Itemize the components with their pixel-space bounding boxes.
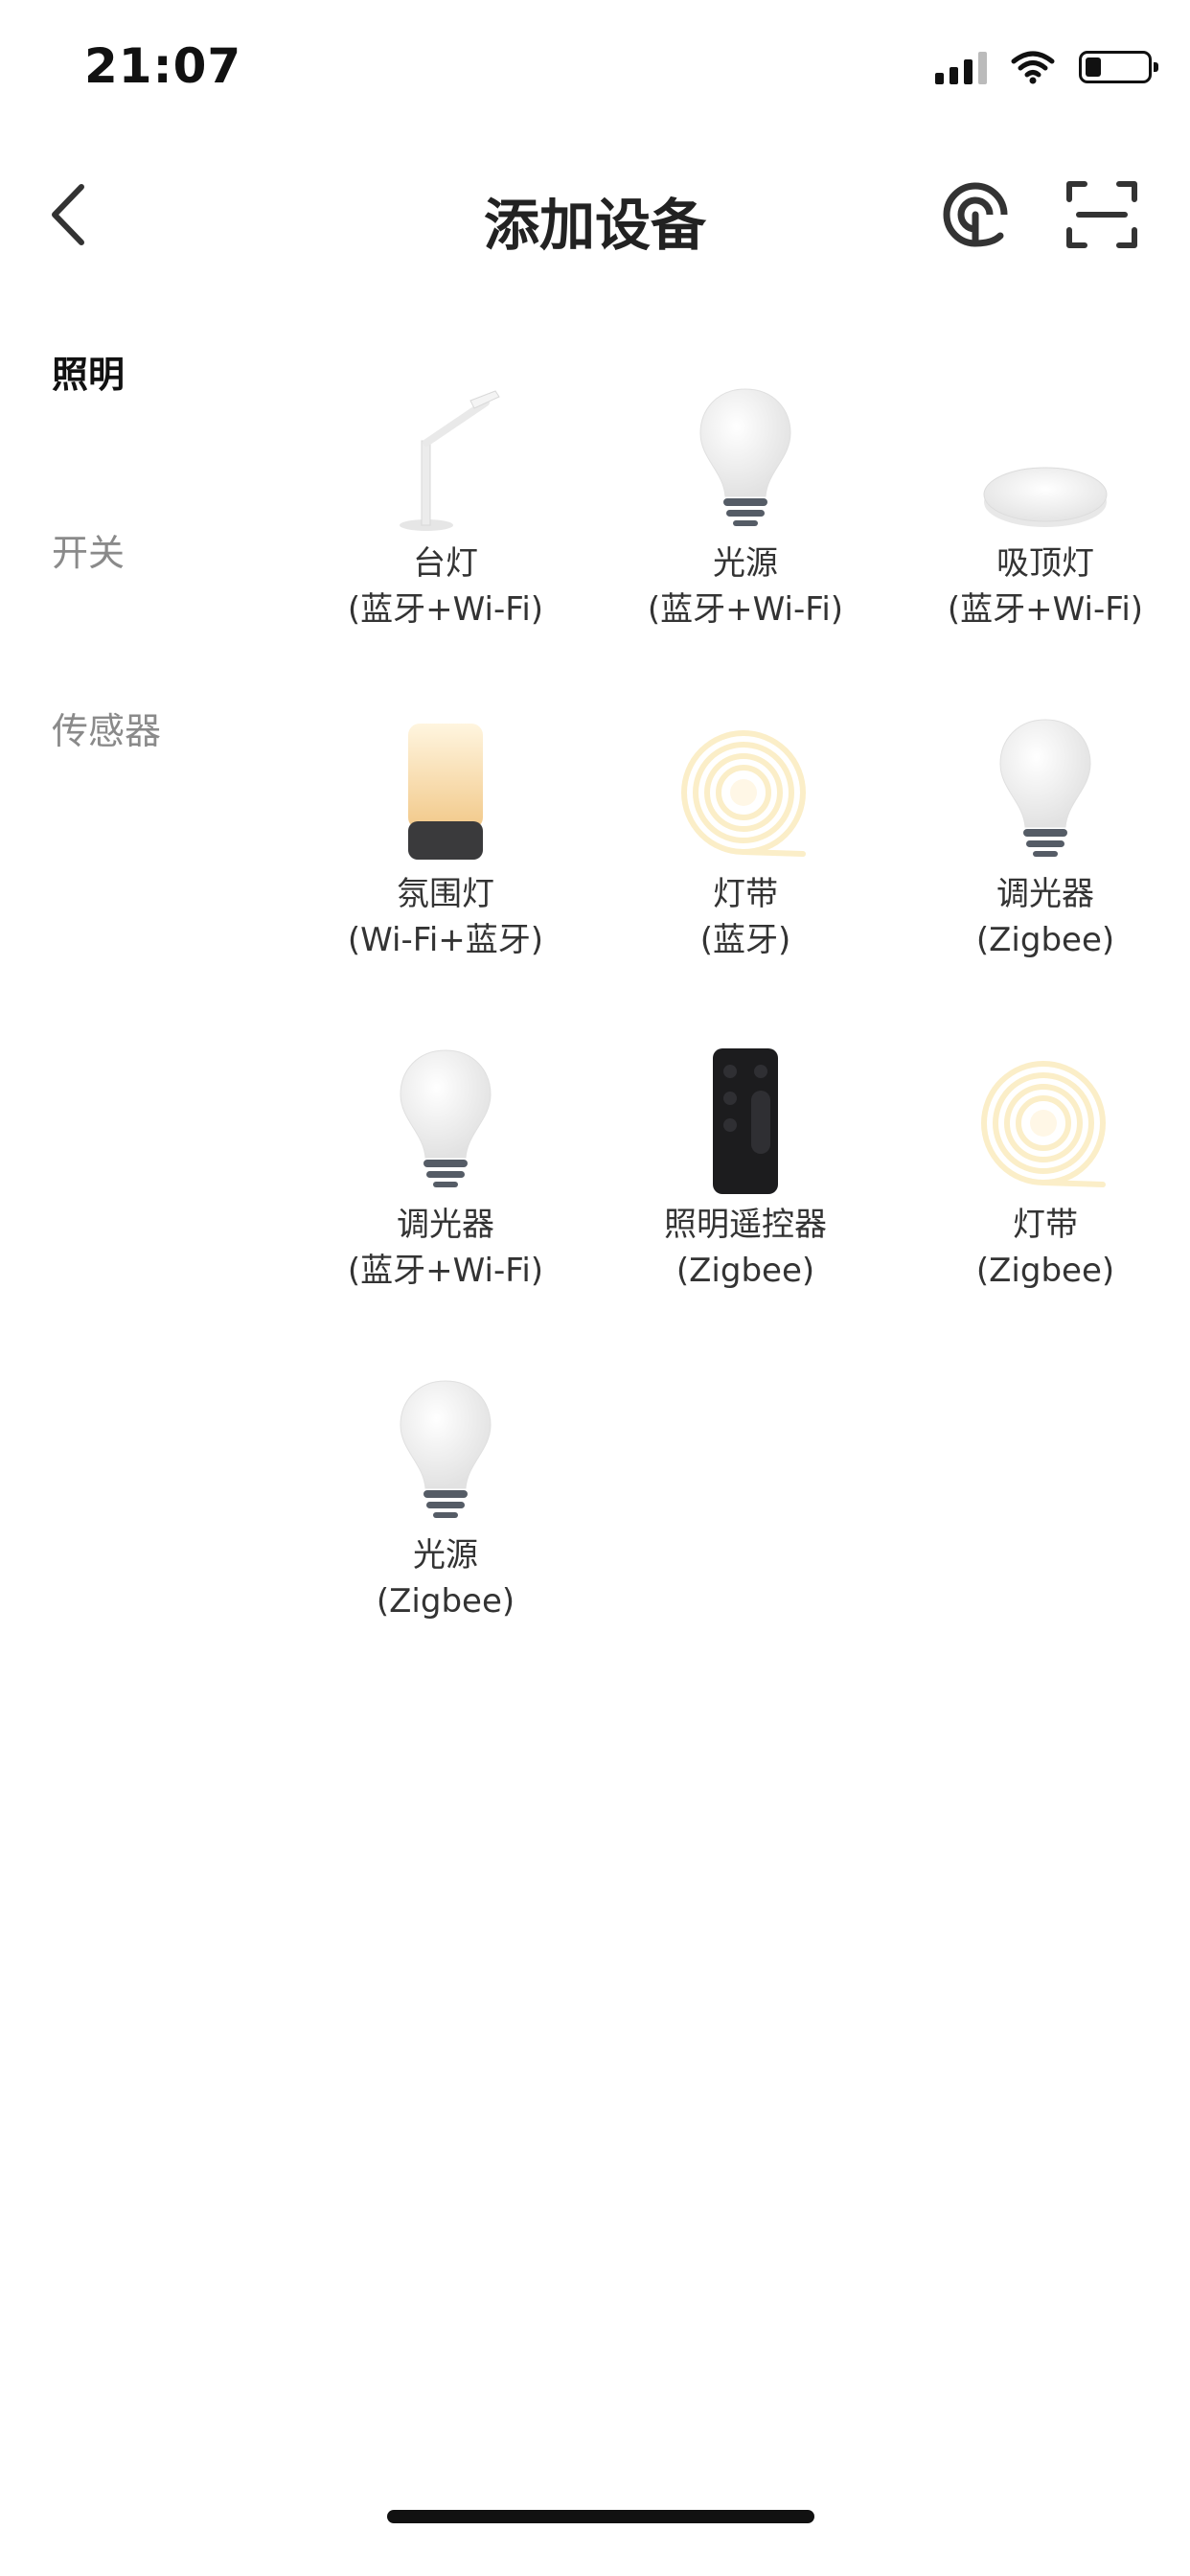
status-time: 21:07: [84, 38, 242, 94]
bulb-icon: [400, 1380, 492, 1518]
device-protocol: (蓝牙+Wi-Fi): [647, 590, 844, 629]
device-light-strip[interactable]: 灯带 (蓝牙): [602, 704, 889, 1021]
category-switch[interactable]: 开关: [52, 523, 125, 576]
status-bar: 21:07: [0, 0, 1190, 144]
category-sensor[interactable]: 传感器: [52, 702, 161, 754]
scan-qr-button[interactable]: [1064, 176, 1140, 253]
device-name: 台灯: [413, 544, 478, 583]
radar-icon: [943, 182, 1008, 247]
device-name: 灯带: [1013, 1206, 1078, 1244]
scan-icon: [1066, 181, 1137, 248]
cellular-signal-icon: [935, 50, 987, 84]
device-name: 调光器: [996, 875, 1094, 913]
device-name: 光源: [713, 544, 778, 583]
device-protocol: (Zigbee): [975, 921, 1115, 959]
bulb-icon: [699, 388, 791, 526]
device-protocol: (蓝牙): [699, 921, 791, 959]
nav-bar: 添加设备: [0, 153, 1190, 268]
desk-lamp-icon: [400, 390, 500, 531]
device-dimmer-wifi[interactable]: 调光器 (蓝牙+Wi-Fi): [302, 1035, 589, 1351]
device-protocol: (蓝牙+Wi-Fi): [347, 1252, 544, 1290]
device-ceiling-light[interactable]: 吸顶灯 (蓝牙+Wi-Fi): [902, 374, 1189, 690]
device-name: 氛围灯: [397, 875, 494, 913]
device-desk-lamp[interactable]: 台灯 (蓝牙+Wi-Fi): [302, 374, 589, 690]
home-indicator[interactable]: [387, 2510, 814, 2523]
light-strip-icon: [981, 1061, 1106, 1187]
ceiling-light-icon: [983, 467, 1108, 527]
device-light-strip-zigbee[interactable]: 灯带 (Zigbee): [902, 1035, 1189, 1351]
status-icons: [935, 50, 1158, 84]
remote-control-icon: [713, 1048, 778, 1194]
device-protocol: (Zigbee): [975, 1252, 1115, 1290]
device-dimmer-zigbee[interactable]: 调光器 (Zigbee): [902, 704, 1189, 1021]
ambient-light-icon: [408, 724, 483, 860]
device-protocol: (Zigbee): [376, 1582, 515, 1621]
wifi-icon: [1011, 51, 1055, 84]
category-lighting[interactable]: 照明: [52, 345, 125, 398]
device-protocol: (蓝牙+Wi-Fi): [947, 590, 1144, 629]
nearby-scan-button[interactable]: [937, 176, 1014, 253]
light-strip-icon: [681, 730, 806, 857]
device-light-source[interactable]: 光源 (蓝牙+Wi-Fi): [602, 374, 889, 690]
device-protocol: (Zigbee): [675, 1252, 815, 1290]
device-protocol: (蓝牙+Wi-Fi): [347, 590, 544, 629]
device-protocol: (Wi-Fi+蓝牙): [347, 921, 544, 959]
device-name: 灯带: [713, 875, 778, 913]
bulb-icon: [999, 719, 1091, 857]
device-name: 光源: [413, 1536, 478, 1575]
device-name: 调光器: [397, 1206, 494, 1244]
device-name: 照明遥控器: [664, 1206, 827, 1244]
bulb-icon: [400, 1049, 492, 1187]
battery-icon: [1079, 51, 1158, 83]
device-lighting-remote[interactable]: 照明遥控器 (Zigbee): [602, 1035, 889, 1351]
device-ambient-light[interactable]: 氛围灯 (Wi-Fi+蓝牙): [302, 704, 589, 1021]
device-light-source-zigbee[interactable]: 光源 (Zigbee): [302, 1366, 589, 1682]
device-name: 吸顶灯: [996, 544, 1094, 583]
